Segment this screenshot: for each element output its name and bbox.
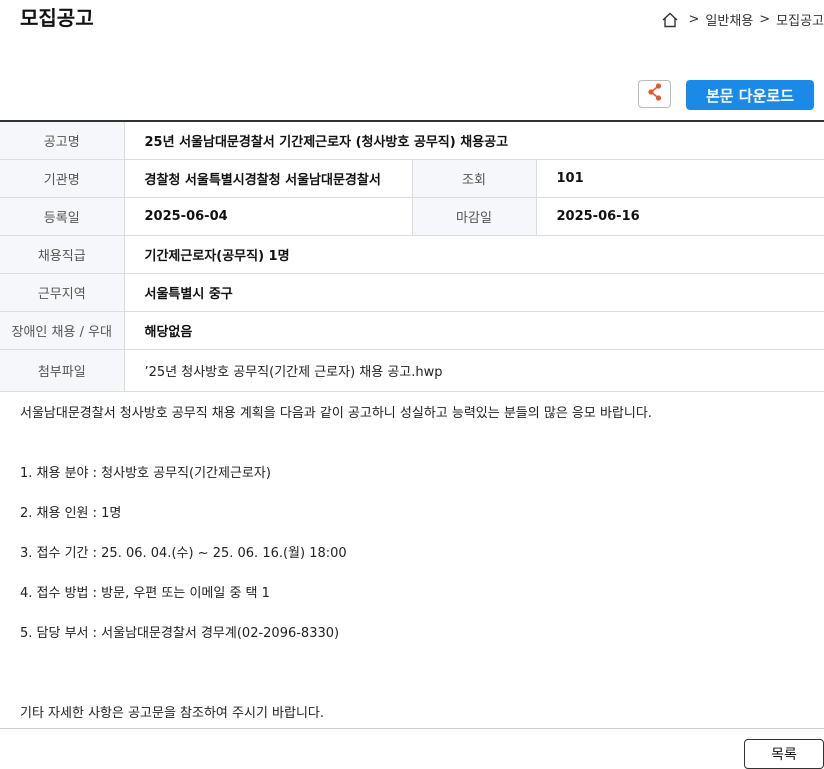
table-row: 기관명 경찰청 서울특별시경찰청 서울남대문경찰서 조회 101 [0,159,824,198]
region-label: 근무지역 [0,273,125,312]
reg-date-label: 등록일 [0,197,125,236]
table-row: 채용직급 기간제근로자(공무직) 1명 [0,235,824,274]
download-body-button[interactable]: 본문 다운로드 [686,80,814,110]
reg-date-value: 2025-06-04 [124,197,413,236]
views-label: 조회 [411,159,537,198]
home-icon[interactable] [661,11,679,29]
deadline-value: 2025-06-16 [536,197,824,236]
body-item: 4. 접수 방법 : 방문, 우편 또는 이메일 중 택 1 [20,586,270,601]
attachment-link[interactable]: ’25년 청사방호 공무직(기간제 근로자) 채용 공고.hwp [124,349,824,392]
disability-label: 장애인 채용 / 우대 [0,311,125,350]
org-value: 경찰청 서울특별시경찰청 서울남대문경찰서 [124,159,413,198]
notice-info-table: 공고명 25년 서울남대문경찰서 기간제근로자 (청사방호 공무직) 채용공고 … [0,120,824,392]
disability-value: 해당없음 [124,311,824,350]
breadcrumb-item-general-hiring[interactable]: 일반채용 [705,10,753,29]
title-label: 공고명 [0,121,125,160]
list-button[interactable]: 목록 [744,739,824,769]
body-closing: 기타 자세한 사항은 공고문을 참조하여 주시기 바랍니다. [20,706,325,721]
body-item: 5. 담당 부서 : 서울남대문경찰서 경무계(02-2096-8330) [20,626,340,641]
divider [0,728,824,729]
breadcrumb-separator: > [688,12,700,27]
page-title: 모집공고 [20,6,94,30]
share-icon [646,82,664,106]
region-value: 서울특별시 중구 [124,273,824,312]
share-button[interactable] [638,80,671,108]
grade-label: 채용직급 [0,235,125,274]
table-row: 장애인 채용 / 우대 해당없음 [0,311,824,350]
grade-value: 기간제근로자(공무직) 1명 [124,235,824,274]
body-item: 2. 채용 인원 : 1명 [20,506,122,521]
table-row: 근무지역 서울특별시 중구 [0,273,824,312]
breadcrumb-item-recruitment[interactable]: 모집공고 [776,10,824,29]
deadline-label: 마감일 [411,197,537,236]
org-label: 기관명 [0,159,125,198]
table-row: 등록일 2025-06-04 마감일 2025-06-16 [0,197,824,236]
title-value: 25년 서울남대문경찰서 기간제근로자 (청사방호 공무직) 채용공고 [124,121,824,160]
attachment-label: 첨부파일 [0,349,125,392]
body-item: 1. 채용 분야 : 청사방호 공무직(기간제근로자) [20,466,271,481]
body-item: 3. 접수 기간 : 25. 06. 04.(수) ~ 25. 06. 16.(… [20,546,347,561]
breadcrumb-separator: > [759,12,771,27]
body-intro: 서울남대문경찰서 청사방호 공무직 채용 계획을 다음과 같이 공고하니 성실하… [20,406,652,421]
breadcrumb: > 일반채용 > 모집공고 [661,10,824,29]
views-value: 101 [536,159,824,198]
table-row: 첨부파일 ’25년 청사방호 공무직(기간제 근로자) 채용 공고.hwp [0,349,824,392]
table-row: 공고명 25년 서울남대문경찰서 기간제근로자 (청사방호 공무직) 채용공고 [0,121,824,160]
